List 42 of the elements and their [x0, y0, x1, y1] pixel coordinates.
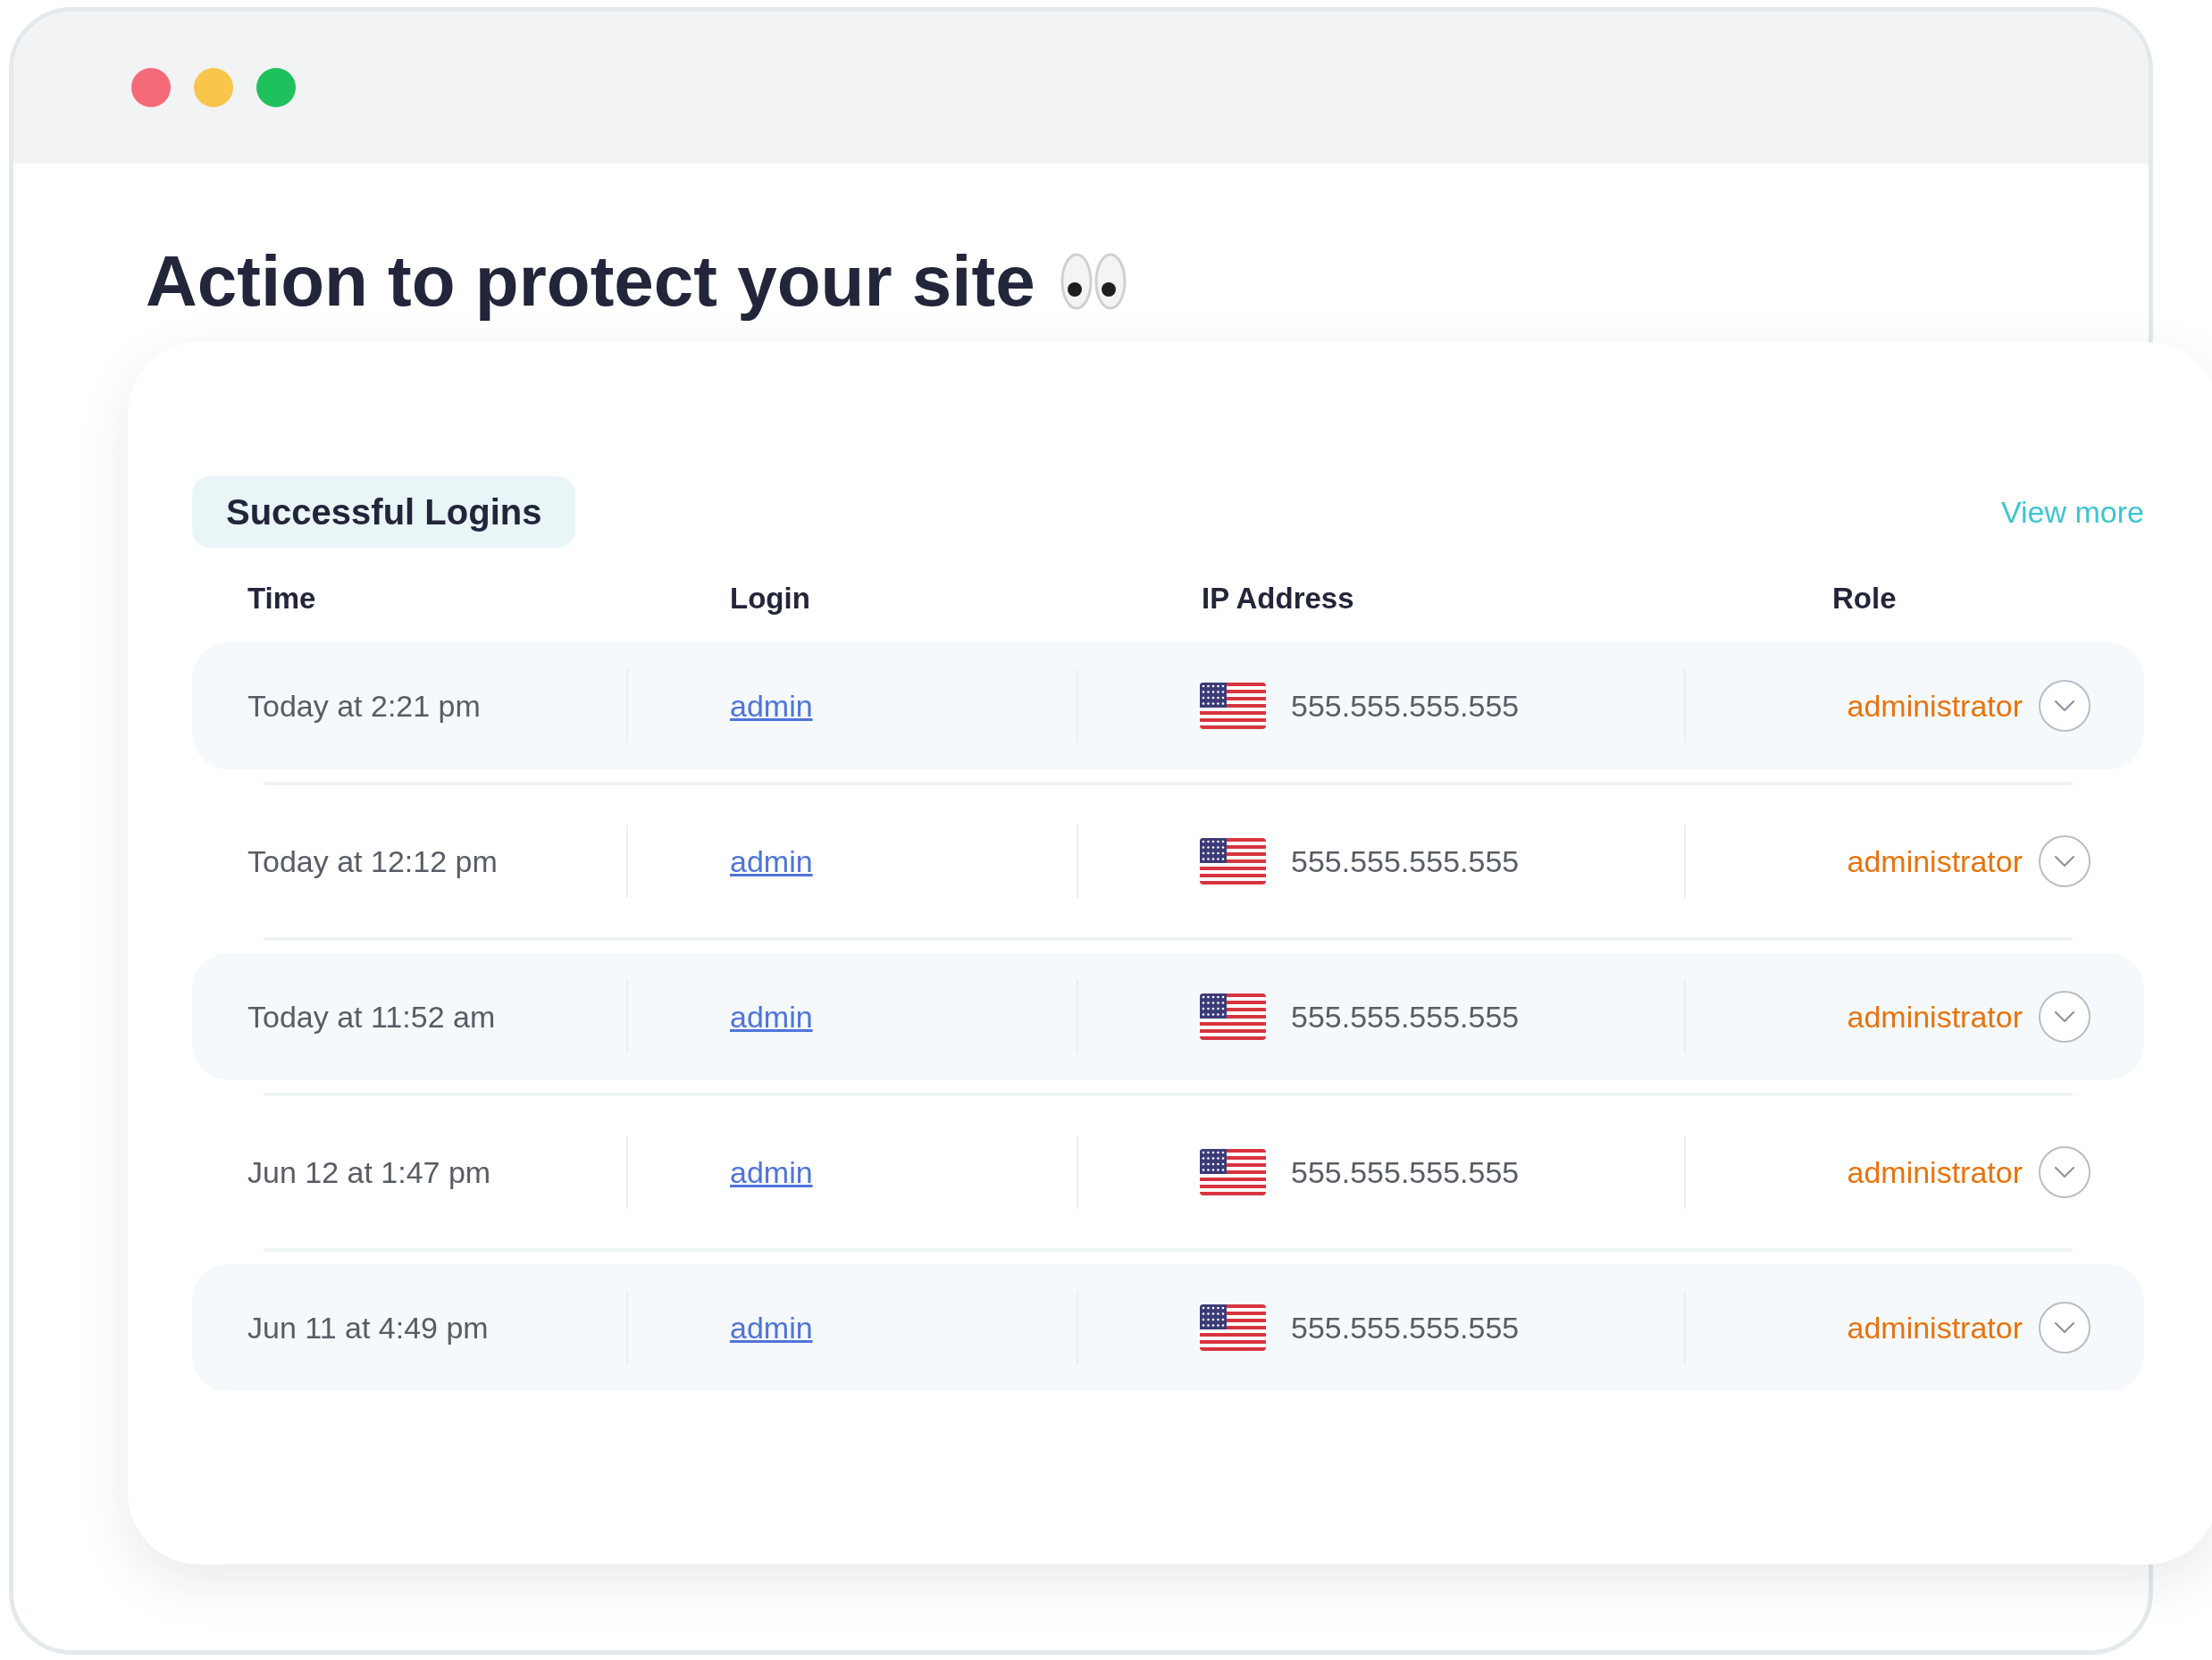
flag-icon: [1200, 1304, 1266, 1351]
login-link[interactable]: admin: [730, 683, 813, 729]
time-text: Today at 2:21 pm: [247, 687, 481, 725]
role-text: administrator: [1847, 998, 2023, 1035]
role-text: administrator: [1847, 1153, 2023, 1191]
column-header: Login: [730, 582, 810, 616]
expand-button[interactable]: [2039, 1302, 2091, 1354]
ip-address-text: 555.555.555.555: [1291, 1153, 1520, 1191]
ip-address-text: 555.555.555.555: [1291, 1309, 1520, 1346]
role-text: administrator: [1847, 843, 2023, 880]
expand-button[interactable]: [2039, 1146, 2091, 1198]
expand-button[interactable]: [2039, 680, 2091, 732]
section-title: Successful Logins: [192, 476, 576, 548]
column-header: Time: [247, 582, 316, 616]
view-more-link[interactable]: View more: [2001, 489, 2144, 535]
column-header: Role: [1832, 582, 1897, 616]
login-link[interactable]: admin: [730, 1149, 813, 1195]
role-text: administrator: [1847, 687, 2023, 725]
time-text: Jun 12 at 1:47 pm: [247, 1153, 491, 1191]
login-link[interactable]: admin: [730, 1304, 813, 1351]
flag-icon: [1200, 1149, 1266, 1195]
chevron-down-icon: [2055, 700, 2074, 711]
chevron-down-icon: [2055, 1011, 2074, 1022]
eyes-icon: [1060, 252, 1127, 311]
flag-icon: [1200, 683, 1266, 729]
role-text: administrator: [1847, 1309, 2023, 1346]
column-header: IP Address: [1202, 582, 1354, 616]
time-text: Today at 12:12 pm: [247, 843, 498, 880]
time-text: Today at 11:52 am: [247, 998, 496, 1035]
expand-button[interactable]: [2039, 835, 2091, 887]
expand-button[interactable]: [2039, 991, 2091, 1043]
ip-address-text: 555.555.555.555: [1291, 998, 1520, 1035]
ip-address-text: 555.555.555.555: [1291, 843, 1520, 880]
flag-icon: [1200, 838, 1266, 884]
login-link[interactable]: admin: [730, 838, 813, 884]
chevron-down-icon: [2055, 856, 2074, 867]
chevron-down-icon: [2055, 1322, 2074, 1333]
flag-icon: [1200, 993, 1266, 1040]
ip-address-text: 555.555.555.555: [1291, 687, 1520, 725]
login-link[interactable]: admin: [730, 993, 813, 1040]
chevron-down-icon: [2055, 1167, 2074, 1178]
time-text: Jun 11 at 4:49 pm: [247, 1309, 489, 1346]
